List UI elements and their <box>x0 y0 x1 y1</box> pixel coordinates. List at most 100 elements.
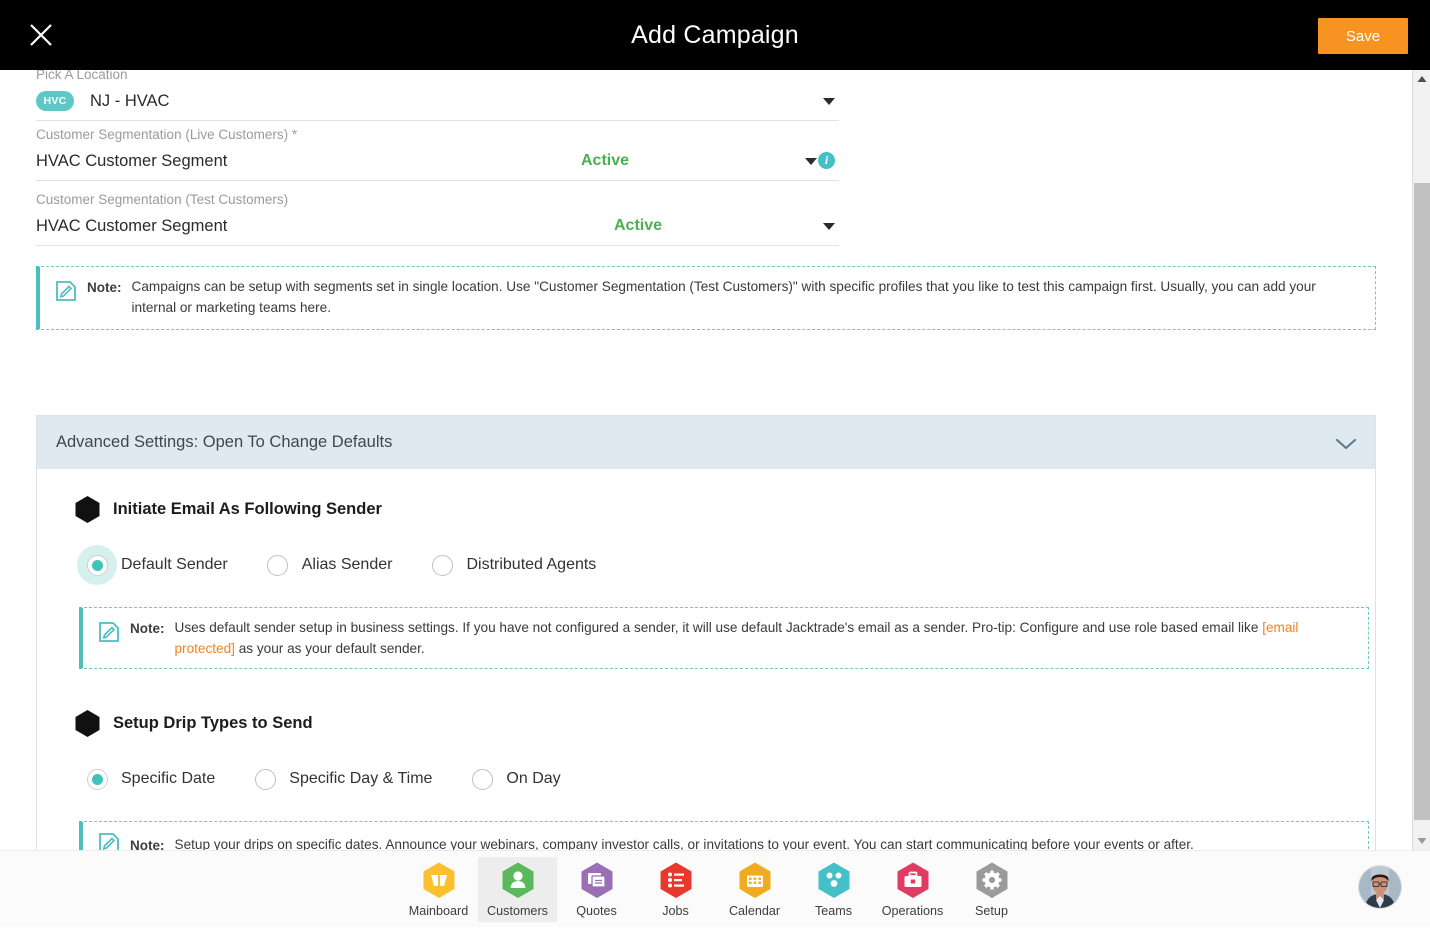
drip-radio-group: Specific Date Specific Day & Time On Day <box>77 759 1355 799</box>
calendar-icon <box>737 861 773 899</box>
radio-halo <box>245 759 285 799</box>
sender-note-text-before: Uses default sender setup in business se… <box>175 620 1263 635</box>
nav-item-jobs[interactable]: Jobs <box>636 857 715 922</box>
live-segmentation-status-badge: Active <box>581 152 629 170</box>
quotes-icon <box>579 861 615 899</box>
note-pencil-icon <box>97 831 121 851</box>
live-segmentation-label: Customer Segmentation (Live Customers) * <box>36 127 839 142</box>
test-segmentation-label: Customer Segmentation (Test Customers) <box>36 192 839 207</box>
radio-alias-sender[interactable]: Alias Sender <box>258 545 415 585</box>
advanced-settings-title: Advanced Settings: Open To Change Defaul… <box>56 433 1335 452</box>
radio-halo <box>77 759 117 799</box>
location-field[interactable]: Pick A Location HVC NJ - HVAC <box>36 70 839 121</box>
note-pencil-icon <box>54 279 78 308</box>
live-segmentation-field[interactable]: Customer Segmentation (Live Customers) *… <box>36 127 839 181</box>
nav-label: Mainboard <box>409 904 469 918</box>
radio-halo <box>77 545 117 585</box>
note-label: Note: <box>130 621 165 636</box>
operations-icon <box>895 861 931 899</box>
sender-note: Note: Uses default sender setup in busin… <box>79 607 1369 669</box>
radio-outer <box>267 555 288 576</box>
test-segmentation-chevron-down-icon[interactable] <box>823 223 835 230</box>
hexagon-bullet-icon <box>74 709 101 738</box>
radio-default-sender[interactable]: Default Sender <box>77 545 250 585</box>
nav-item-setup[interactable]: Setup <box>952 857 1031 922</box>
nav-label: Customers <box>487 904 548 918</box>
radio-halo <box>422 545 462 585</box>
bottom-navigation-bar: Mainboard Customers Quotes Jobs Calendar Team… <box>0 850 1430 927</box>
radio-specific-date[interactable]: Specific Date <box>77 759 237 799</box>
mainboard-icon <box>421 861 457 899</box>
segmentation-note-text: Campaigns can be setup with segments set… <box>132 277 1364 318</box>
test-segmentation-status-badge: Active <box>614 217 662 235</box>
nav-label: Calendar <box>729 904 780 918</box>
sender-note-text-after: as your as your default sender. <box>235 641 425 656</box>
advanced-settings-header[interactable]: Advanced Settings: Open To Change Defaul… <box>37 416 1375 469</box>
sender-section-header: Initiate Email As Following Sender <box>74 495 1355 524</box>
live-segmentation-info-icon[interactable]: i <box>818 152 835 169</box>
scrollbar-thumb[interactable] <box>1414 183 1430 820</box>
live-segmentation-value: HVAC Customer Segment <box>36 152 227 171</box>
radio-dot <box>92 774 103 785</box>
live-segmentation-chevron-down-icon[interactable] <box>805 158 817 165</box>
drip-note: Note: Setup your drips on specific dates… <box>79 821 1369 850</box>
radio-on-day[interactable]: On Day <box>462 759 582 799</box>
radio-label-default-sender: Default Sender <box>121 556 228 574</box>
radio-label-on-day: On Day <box>506 770 560 788</box>
nav-item-operations[interactable]: Operations <box>873 857 952 922</box>
top-header-bar: Add Campaign Save <box>0 0 1430 70</box>
radio-halo <box>258 545 298 585</box>
location-chevron-down-icon[interactable] <box>823 98 835 105</box>
drip-note-text: Setup your drips on specific dates. Anno… <box>175 835 1357 850</box>
vertical-scrollbar[interactable] <box>1412 70 1430 850</box>
radio-distributed-agents[interactable]: Distributed Agents <box>422 545 618 585</box>
sender-note-text: Uses default sender setup in business se… <box>175 618 1357 659</box>
campaign-form-scroll-area: Pick A Location HVC NJ - HVAC Customer S… <box>0 70 1412 850</box>
radio-halo <box>462 759 502 799</box>
drip-section-header: Setup Drip Types to Send <box>74 709 1355 738</box>
radio-label-distributed-agents: Distributed Agents <box>466 556 596 574</box>
advanced-settings-panel: Advanced Settings: Open To Change Defaul… <box>36 415 1376 850</box>
sender-radio-group: Default Sender Alias Sender Distributed … <box>77 545 1355 585</box>
radio-label-specific-date: Specific Date <box>121 770 215 788</box>
nav-label: Jobs <box>662 904 689 918</box>
test-segmentation-value: HVAC Customer Segment <box>36 217 227 236</box>
nav-item-quotes[interactable]: Quotes <box>557 857 636 922</box>
nav-label: Operations <box>882 904 944 918</box>
note-label: Note: <box>130 838 165 851</box>
radio-label-specific-day-time: Specific Day & Time <box>289 770 432 788</box>
drip-section-title: Setup Drip Types to Send <box>113 714 313 733</box>
nav-item-mainboard[interactable]: Mainboard <box>399 857 478 922</box>
advanced-settings-chevron-down-icon[interactable] <box>1335 437 1357 449</box>
radio-outer <box>432 555 453 576</box>
nav-item-customers[interactable]: Customers <box>478 857 557 922</box>
advanced-settings-body: Initiate Email As Following Sender Defau… <box>37 469 1375 850</box>
note-label: Note: <box>87 280 122 295</box>
radio-dot <box>92 560 103 571</box>
save-button[interactable]: Save <box>1318 18 1408 54</box>
location-badge: HVC <box>36 91 74 111</box>
radio-specific-day-time[interactable]: Specific Day & Time <box>245 759 454 799</box>
bottom-nav-items: Mainboard Customers Quotes Jobs Calendar Team… <box>0 851 1430 928</box>
nav-label: Teams <box>815 904 852 918</box>
radio-outer <box>255 769 276 790</box>
radio-label-alias-sender: Alias Sender <box>302 556 393 574</box>
jobs-icon <box>658 861 694 899</box>
scroll-up-triangle-up-icon[interactable] <box>1413 70 1430 88</box>
nav-item-calendar[interactable]: Calendar <box>715 857 794 922</box>
location-value: NJ - HVAC <box>90 92 169 111</box>
segmentation-note: Note: Campaigns can be setup with segmen… <box>36 266 1376 330</box>
sender-section-title: Initiate Email As Following Sender <box>113 500 382 519</box>
user-avatar[interactable] <box>1358 865 1402 909</box>
hexagon-bullet-icon <box>74 495 101 524</box>
teams-icon <box>816 861 852 899</box>
location-field-label: Pick A Location <box>36 70 839 82</box>
test-segmentation-field[interactable]: Customer Segmentation (Test Customers) H… <box>36 192 839 246</box>
customers-icon <box>500 861 536 899</box>
page-title: Add Campaign <box>0 0 1430 70</box>
nav-label: Quotes <box>576 904 617 918</box>
radio-outer <box>87 555 108 576</box>
setup-icon <box>974 861 1010 899</box>
scroll-down-triangle-down-icon[interactable] <box>1413 832 1430 850</box>
nav-item-teams[interactable]: Teams <box>794 857 873 922</box>
